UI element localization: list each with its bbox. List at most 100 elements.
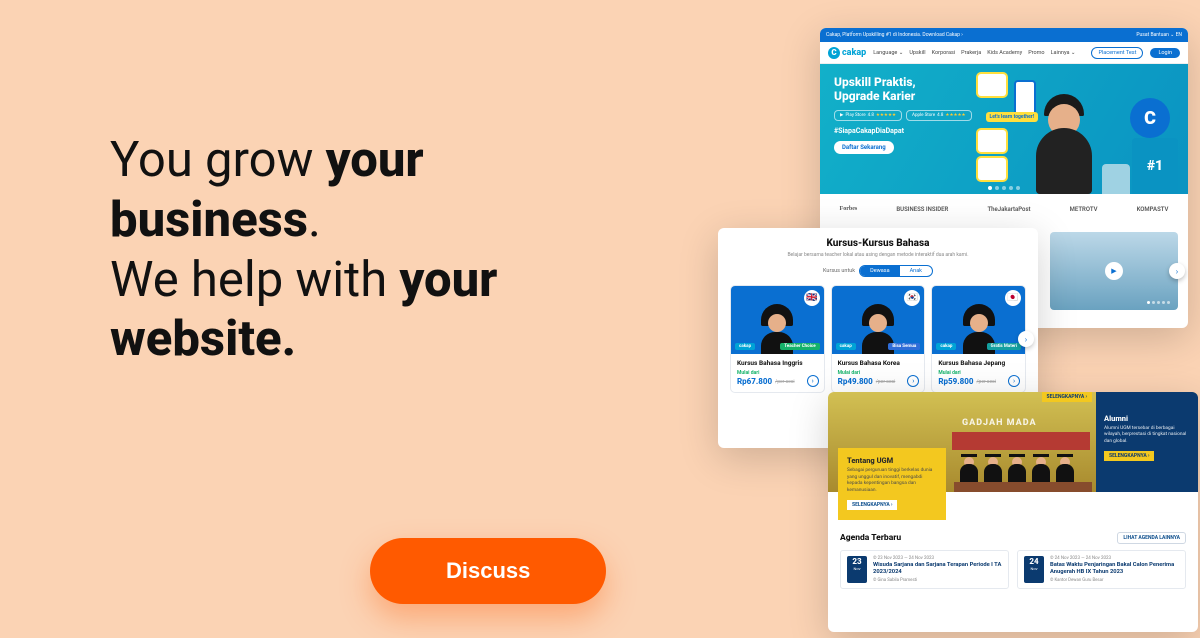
- store-label: Apple Store: [912, 113, 935, 118]
- play-store-button[interactable]: ▶ Play Store 4.8★★★★★: [834, 110, 902, 121]
- alumni-body: Alumni UGM tersebar di berbagai wilayah,…: [1104, 426, 1190, 445]
- price-label: Mulai dari: [938, 370, 1019, 376]
- brand-name: cakap: [842, 48, 866, 58]
- flag-icon: 🇬🇧: [804, 290, 820, 306]
- press-logo: METROTV: [1070, 206, 1098, 213]
- nav-item[interactable]: Lainnya ⌄: [1051, 50, 1076, 56]
- cakap-tag: cakap: [735, 343, 755, 350]
- nav-items: Language ⌄ Upskill Korporasi Prakerja Ki…: [873, 50, 1084, 56]
- go-arrow-icon[interactable]: ›: [807, 375, 819, 387]
- press-logos-row: Forbes BUSINESS INSIDER TheJakartaPost M…: [820, 194, 1188, 224]
- agenda-item[interactable]: 24 Nov © 24 Nov 2023 — 24 Nov 2023 Batas…: [1017, 550, 1186, 589]
- headline: You grow your business. We help with you…: [110, 130, 600, 369]
- course-title: Kursus Bahasa Korea: [838, 359, 919, 367]
- course-card[interactable]: 🇬🇧 cakap Teacher Choice Kursus Bahasa In…: [730, 285, 825, 393]
- hero-title-line: Upgrade Karier: [834, 89, 915, 103]
- segment-anak[interactable]: Anak: [900, 266, 932, 276]
- agenda-author: © Kantor Dewan Guru Besar: [1050, 578, 1179, 583]
- course-cards: 🇬🇧 cakap Teacher Choice Kursus Bahasa In…: [730, 285, 1026, 393]
- about-body: Sebagai perguruan tinggi berkelas dunia …: [847, 468, 937, 494]
- apple-store-button[interactable]: Apple Store 4.8★★★★★: [906, 110, 972, 121]
- brand-mark-icon: C: [828, 47, 840, 59]
- see-all-agenda-button[interactable]: LIHAT AGENDA LAINNYA: [1117, 532, 1186, 544]
- nav-item[interactable]: Promo: [1028, 50, 1044, 56]
- rank-bar: #1: [1132, 138, 1178, 194]
- agenda-title: Wisuda Sarjana dan Sarjana Terapan Perio…: [873, 562, 1002, 576]
- course-title: Kursus Bahasa Inggris: [737, 359, 818, 367]
- toggle-label: Kursus untuk: [823, 268, 855, 274]
- cakap-tag: cakap: [836, 343, 856, 350]
- variant-tag: Bisa Semua: [888, 343, 920, 350]
- variant-tag: Teacher Choice: [780, 343, 819, 350]
- about-card: Tentang UGM Sebagai perguruan tinggi ber…: [838, 448, 946, 520]
- graduation-photo: GADJAH MADA: [952, 414, 1090, 492]
- about-title: Tentang UGM: [847, 456, 937, 465]
- video-dots[interactable]: [1147, 301, 1170, 304]
- date-box: 23 Nov: [847, 556, 867, 583]
- date-box: 24 Nov: [1024, 556, 1044, 583]
- price-suffix: /per sesi: [976, 379, 996, 385]
- signup-button[interactable]: Daftar Sekarang: [834, 141, 894, 154]
- nav-item[interactable]: Korporasi: [932, 50, 956, 56]
- headline-part: You grow: [110, 131, 326, 188]
- alumni-title: Alumni: [1104, 414, 1190, 423]
- nav-item[interactable]: Language ⌄: [873, 50, 903, 56]
- press-logo: KOMPASTV: [1137, 206, 1169, 213]
- section-title: Kursus-Kursus Bahasa: [730, 238, 1026, 249]
- brand-logo[interactable]: C cakap: [828, 47, 866, 59]
- screenshots-stage: Cakap, Platform Upskilling #1 di Indones…: [690, 10, 1200, 638]
- more-tag-button[interactable]: SELENGKAPNYA ›: [1042, 392, 1092, 402]
- agenda-range: © 23 Nov 2023 — 24 Nov 2023: [873, 556, 1002, 561]
- price-label: Mulai dari: [737, 370, 818, 376]
- floating-thumb: [978, 130, 1006, 152]
- store-rating: 4.8: [937, 113, 943, 118]
- placement-test-button[interactable]: Placement Test: [1091, 47, 1143, 59]
- section-subtitle: Belajar bersama teacher lokal atau asing…: [730, 252, 1026, 258]
- segment-dewasa[interactable]: Dewasa: [860, 266, 899, 276]
- carousel-dots[interactable]: [988, 186, 1020, 190]
- discuss-button[interactable]: Discuss: [370, 538, 606, 604]
- go-arrow-icon[interactable]: ›: [1008, 375, 1020, 387]
- cards-next-button[interactable]: ›: [1018, 331, 1034, 347]
- main-nav: C cakap Language ⌄ Upskill Korporasi Pra…: [820, 42, 1188, 64]
- course-card[interactable]: 🇰🇷 cakap Bisa Semua Kursus Bahasa Korea …: [831, 285, 926, 393]
- cakap-tag: cakap: [936, 343, 956, 350]
- date-month: Nov: [847, 566, 867, 571]
- date-day: 23: [847, 558, 867, 566]
- price: Rp59.800: [938, 377, 973, 386]
- agenda-heading: Agenda Terbaru: [840, 533, 901, 543]
- university-name: GADJAH MADA: [962, 418, 1037, 428]
- decorative-bar: [1102, 164, 1130, 194]
- alumni-card: Alumni Alumni UGM tersebar di berbagai w…: [1096, 392, 1198, 492]
- carousel-next-button[interactable]: ›: [1169, 263, 1185, 279]
- login-button[interactable]: Login: [1150, 48, 1180, 58]
- price-label: Mulai dari: [838, 370, 919, 376]
- alumni-more-button[interactable]: SELENGKAPNYA ›: [1104, 451, 1154, 461]
- nav-item[interactable]: Kids Academy: [987, 50, 1022, 56]
- flag-icon: 🇯🇵: [1005, 290, 1021, 306]
- press-logo: BUSINESS INSIDER: [896, 206, 948, 213]
- headline-part: We help with: [110, 251, 399, 308]
- audience-toggle[interactable]: Dewasa Anak: [859, 265, 933, 277]
- brand-c-badge-icon: C: [1130, 98, 1170, 138]
- agenda-item[interactable]: 23 Nov © 23 Nov 2023 — 24 Nov 2023 Wisud…: [840, 550, 1009, 589]
- nav-item[interactable]: Upskill: [909, 50, 925, 56]
- hero-banner: Upskill Praktis, Upgrade Karier ▶ Play S…: [820, 64, 1188, 194]
- press-logo: Forbes: [840, 206, 858, 212]
- agenda-author: © Gina Sabila Pramesti: [873, 578, 1002, 583]
- price: Rp49.800: [838, 377, 873, 386]
- ugm-masthead: SELENGKAPNYA › Tentang UGM Sebagai pergu…: [828, 392, 1198, 492]
- nav-item[interactable]: Prakerja: [961, 50, 981, 56]
- price-suffix: /per sesi: [876, 379, 896, 385]
- about-more-button[interactable]: SELENGKAPNYA ›: [847, 500, 897, 510]
- date-day: 24: [1024, 558, 1044, 566]
- flag-icon: 🇰🇷: [904, 290, 920, 306]
- headline-part: .: [308, 191, 321, 248]
- announcement-text: Cakap, Platform Upskilling #1 di Indones…: [826, 32, 963, 38]
- play-icon: ▶: [1105, 262, 1123, 280]
- price-suffix: /per sesi: [775, 379, 795, 385]
- announcement-right: Pusat Bantuan ⌄ EN: [1136, 32, 1182, 38]
- video-thumbnail[interactable]: ▶ ›: [1050, 232, 1178, 310]
- course-card[interactable]: 🇯🇵 cakap Gratis Materi Kursus Bahasa Jep…: [931, 285, 1026, 393]
- store-rating: 4.8: [868, 113, 874, 118]
